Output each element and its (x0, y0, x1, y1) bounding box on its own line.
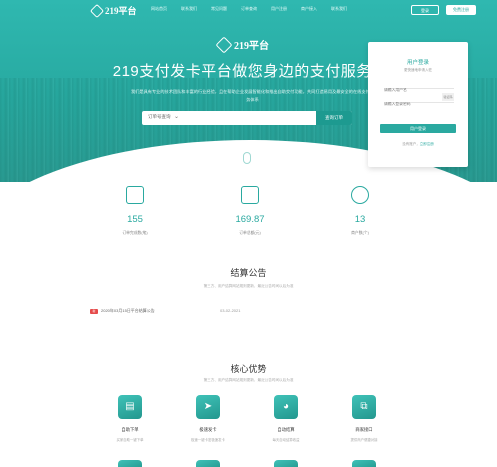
register-button[interactable]: 免费注册 (446, 5, 476, 15)
hero-logo-text: 219平台 (234, 41, 269, 52)
feature-desc: 极速一键卡密极速发卡 (191, 438, 225, 442)
copy-icon: ⧉ (352, 395, 376, 419)
login-subtitle: 更快速地申请入驻 (404, 68, 432, 72)
announcement-item-title[interactable]: 2020年03月15日平台结算公告 (101, 308, 155, 314)
send-icon: ➤ (196, 395, 220, 419)
nav-link-faq[interactable]: 常见问题 (204, 6, 234, 12)
check-document-icon (126, 186, 144, 204)
search-button[interactable]: 查询订单 (316, 111, 352, 125)
nav-link-merchant[interactable]: 商户接入 (294, 6, 324, 12)
logo-text: 219平台 (105, 6, 137, 16)
yen-money-icon (241, 186, 259, 204)
site-logo[interactable]: 219平台 (89, 3, 137, 18)
feature-desc: 买家自助一键下单 (116, 438, 144, 442)
nav-link-contact[interactable]: 联系我们 (174, 6, 204, 12)
feature-desc: 每天自动结算收益 (272, 438, 300, 442)
stat-label: 订单完成数(笔) (122, 231, 148, 235)
feature-card-row2 (118, 460, 142, 467)
nav-links: 网站首页 联系我们 常见问题 订单查询 用户注册 商户接入 联系我们 (144, 6, 354, 12)
top-nav: 219平台 网站首页 联系我们 常见问题 订单查询 用户注册 商户接入 联系我们… (0, 0, 497, 20)
scroll-mouse-icon (243, 152, 251, 164)
nav-link-register[interactable]: 用户注册 (264, 6, 294, 12)
feature-card-row2 (274, 460, 298, 467)
new-badge: 新 (90, 309, 98, 314)
login-panel: 用户登录 更快速地申请入驻 验证码 用户登录 没有账户，立即注册 (368, 42, 468, 167)
stats-section: 155 订单完成数(笔) 169.87 订单总额(元) 13 商户数(个) (90, 182, 410, 238)
signup-link[interactable]: 立即注册 (420, 142, 434, 146)
hero-logo-icon (215, 36, 233, 53)
login-links: 没有账户，立即注册 (368, 142, 468, 147)
nav-link-contact-2[interactable]: 联系我们 (324, 6, 354, 12)
announcement-title: 结算公告 (230, 268, 267, 278)
feature-card[interactable]: ➤ 极速发卡 极速一键卡密极速发卡 (168, 395, 248, 442)
search-type-select[interactable]: 订单号查询 (148, 114, 171, 120)
stat-value: 169.87 (235, 214, 265, 225)
feature-card-row2 (352, 460, 376, 467)
feature-name: 自助下单 (121, 427, 139, 432)
feature-card[interactable]: ⧉ 商家接口 提供商户便捷对接 (324, 395, 404, 442)
chevron-down-icon: ⌄ (174, 114, 180, 120)
feature-card[interactable]: ◕ 自动结算 每天自动结算收益 (246, 395, 326, 442)
hero-title: 219支付发卡平台做您身边的支付服务商 (112, 63, 388, 80)
advantages-subtitle: 第三方、用户结算网站规则更新，最近公告时间以后为准 (203, 378, 294, 382)
announcement-item[interactable]: 新 2020年03月15日平台结算公告 03-02-2021 (90, 308, 330, 316)
username-field[interactable] (384, 78, 454, 92)
nav-link-order-query[interactable]: 订单查询 (234, 6, 264, 12)
advantages-title: 核心优势 (230, 364, 267, 374)
stat-amount: 169.87 订单总额(元) (205, 182, 295, 236)
nav-link-home[interactable]: 网站首页 (144, 6, 174, 12)
captcha-image[interactable]: 验证码 (442, 93, 454, 101)
feature-card-row2 (196, 460, 220, 467)
users-icon (351, 186, 369, 204)
login-button[interactable]: 登录 (411, 5, 439, 15)
no-account-text: 没有账户， (402, 142, 420, 146)
document-icon: ▤ (118, 395, 142, 419)
feature-name: 自动结算 (277, 427, 295, 432)
stat-label: 订单总额(元) (239, 231, 261, 235)
feature-name: 极速发卡 (199, 427, 217, 432)
stat-value: 155 (127, 214, 143, 225)
hero-description: 我们是具有专业的技术团队和丰富的行业经验，且在帮助企业发展智能化和推出自助交付功… (131, 89, 374, 102)
login-submit-button[interactable]: 用户登录 (380, 124, 456, 133)
stat-merchants: 13 商户数(个) (315, 182, 405, 236)
hero-logo: 219平台 (215, 36, 269, 53)
announcement-subtitle: 第三方、用户结算网站规则更新，最近公告时间以后为准 (203, 284, 294, 288)
login-title: 用户登录 (406, 60, 429, 66)
stat-orders: 155 订单完成数(笔) (90, 182, 180, 236)
feature-desc: 提供商户便捷对接 (350, 438, 378, 442)
announcement-item-date: 03-02-2021 (220, 308, 241, 313)
stat-label: 商户数(个) (351, 231, 369, 235)
feature-card[interactable]: ▤ 自助下单 买家自助一键下单 (90, 395, 170, 442)
gauge-icon: ◕ (274, 395, 298, 419)
feature-name: 商家接口 (355, 427, 373, 432)
logo-icon (89, 3, 105, 18)
stat-value: 13 (354, 214, 366, 225)
password-field[interactable]: 验证码 (384, 92, 454, 106)
